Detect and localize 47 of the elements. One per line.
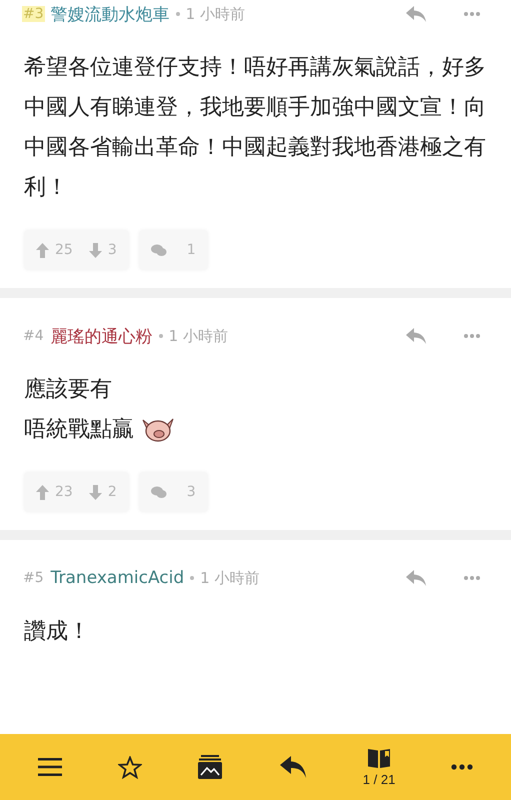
post-time: 1 小時前	[186, 4, 245, 24]
separator-dot	[158, 334, 163, 338]
book-icon	[367, 747, 392, 769]
post-text: 唔統戰點贏	[24, 416, 134, 444]
more-icon	[463, 575, 481, 581]
post-text: 讚成！	[24, 618, 90, 646]
post-time: 1 小時前	[200, 568, 260, 588]
more-icon	[463, 333, 481, 339]
upvote-count: 23	[55, 484, 73, 500]
down-arrow-icon	[88, 484, 102, 500]
comment-count: 1	[186, 242, 196, 258]
downvote-button[interactable]: 2	[88, 484, 117, 500]
menu-icon	[38, 758, 62, 776]
down-arrow-icon	[88, 242, 102, 258]
comments-button[interactable]: 3	[138, 472, 208, 512]
upvote-button[interactable]: 23	[36, 484, 73, 500]
star-icon	[118, 756, 142, 778]
downvote-count: 3	[108, 242, 117, 258]
comments-button[interactable]: 1	[138, 230, 208, 270]
separator-dot	[176, 12, 180, 16]
upvote-count: 25	[55, 242, 73, 258]
username-link[interactable]: 警嫂流動水炮車	[50, 2, 170, 26]
downvote-button[interactable]: 3	[88, 242, 117, 258]
reply-icon	[279, 755, 308, 779]
reply-icon	[405, 569, 427, 587]
username-link[interactable]: TranexamicAcid	[50, 568, 184, 588]
up-arrow-icon	[36, 484, 49, 500]
reply-icon	[405, 327, 427, 345]
more-icon	[451, 764, 474, 770]
downvote-count: 2	[108, 484, 117, 500]
comment-count: 3	[186, 484, 196, 500]
post-number: #3	[22, 6, 45, 22]
speech-bubbles-icon	[150, 486, 167, 498]
speech-bubbles-icon	[150, 244, 167, 256]
post-text: 希望各位連登仔支持！唔好再講灰氣說話，好多中國人有睇連登，我地要順手加強中國文宣！向中國各省輸出革命！中國起義對我地香港極之有利！	[24, 54, 487, 202]
post-number: #4	[22, 328, 45, 344]
up-arrow-icon	[36, 242, 49, 258]
more-icon	[463, 11, 481, 17]
username-link[interactable]: 麗瑤的通心粉	[50, 324, 153, 348]
image-stack-icon	[197, 754, 224, 780]
separator-dot	[190, 576, 194, 580]
upvote-button[interactable]: 25	[36, 242, 73, 258]
post-time: 1 小時前	[168, 326, 228, 346]
post-text: 應該要有	[24, 376, 112, 404]
post-number: #5	[22, 570, 45, 586]
reply-icon	[405, 5, 427, 23]
page-button[interactable]: 1 / 21	[354, 743, 404, 791]
